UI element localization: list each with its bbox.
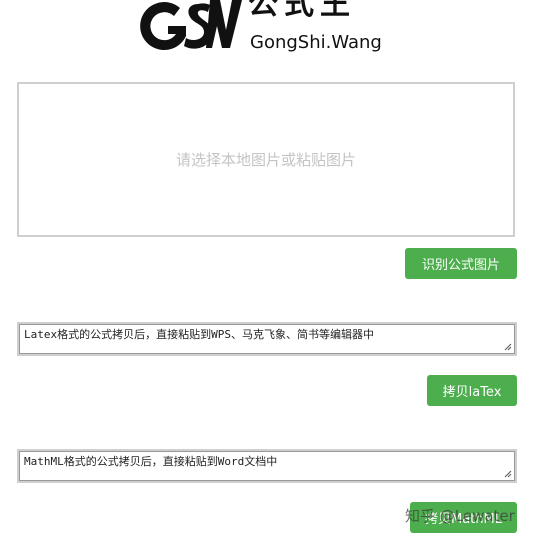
logo-chinese-text: 公式王 — [248, 0, 356, 22]
mathml-output-field[interactable] — [19, 451, 515, 481]
watermark: 知乎 @Lewater — [405, 507, 515, 525]
page: 公式王 GongShi.Wang 请选择本地图片或粘贴图片 识别公式图片 拷贝l… — [0, 0, 541, 540]
mathml-output-box — [17, 449, 517, 483]
upload-hint: 请选择本地图片或粘贴图片 — [175, 151, 356, 169]
image-upload-area[interactable]: 请选择本地图片或粘贴图片 — [17, 82, 515, 237]
site-logo[interactable]: 公式王 GongShi.Wang — [140, 0, 400, 60]
copy-latex-button[interactable]: 拷贝laTex — [427, 375, 517, 406]
latex-output-field[interactable] — [19, 324, 515, 354]
latex-output-box — [17, 322, 517, 356]
logo-english-text: GongShi.Wang — [250, 32, 382, 53]
gsw-logo-icon — [140, 0, 242, 51]
recognize-formula-button[interactable]: 识别公式图片 — [405, 248, 517, 279]
